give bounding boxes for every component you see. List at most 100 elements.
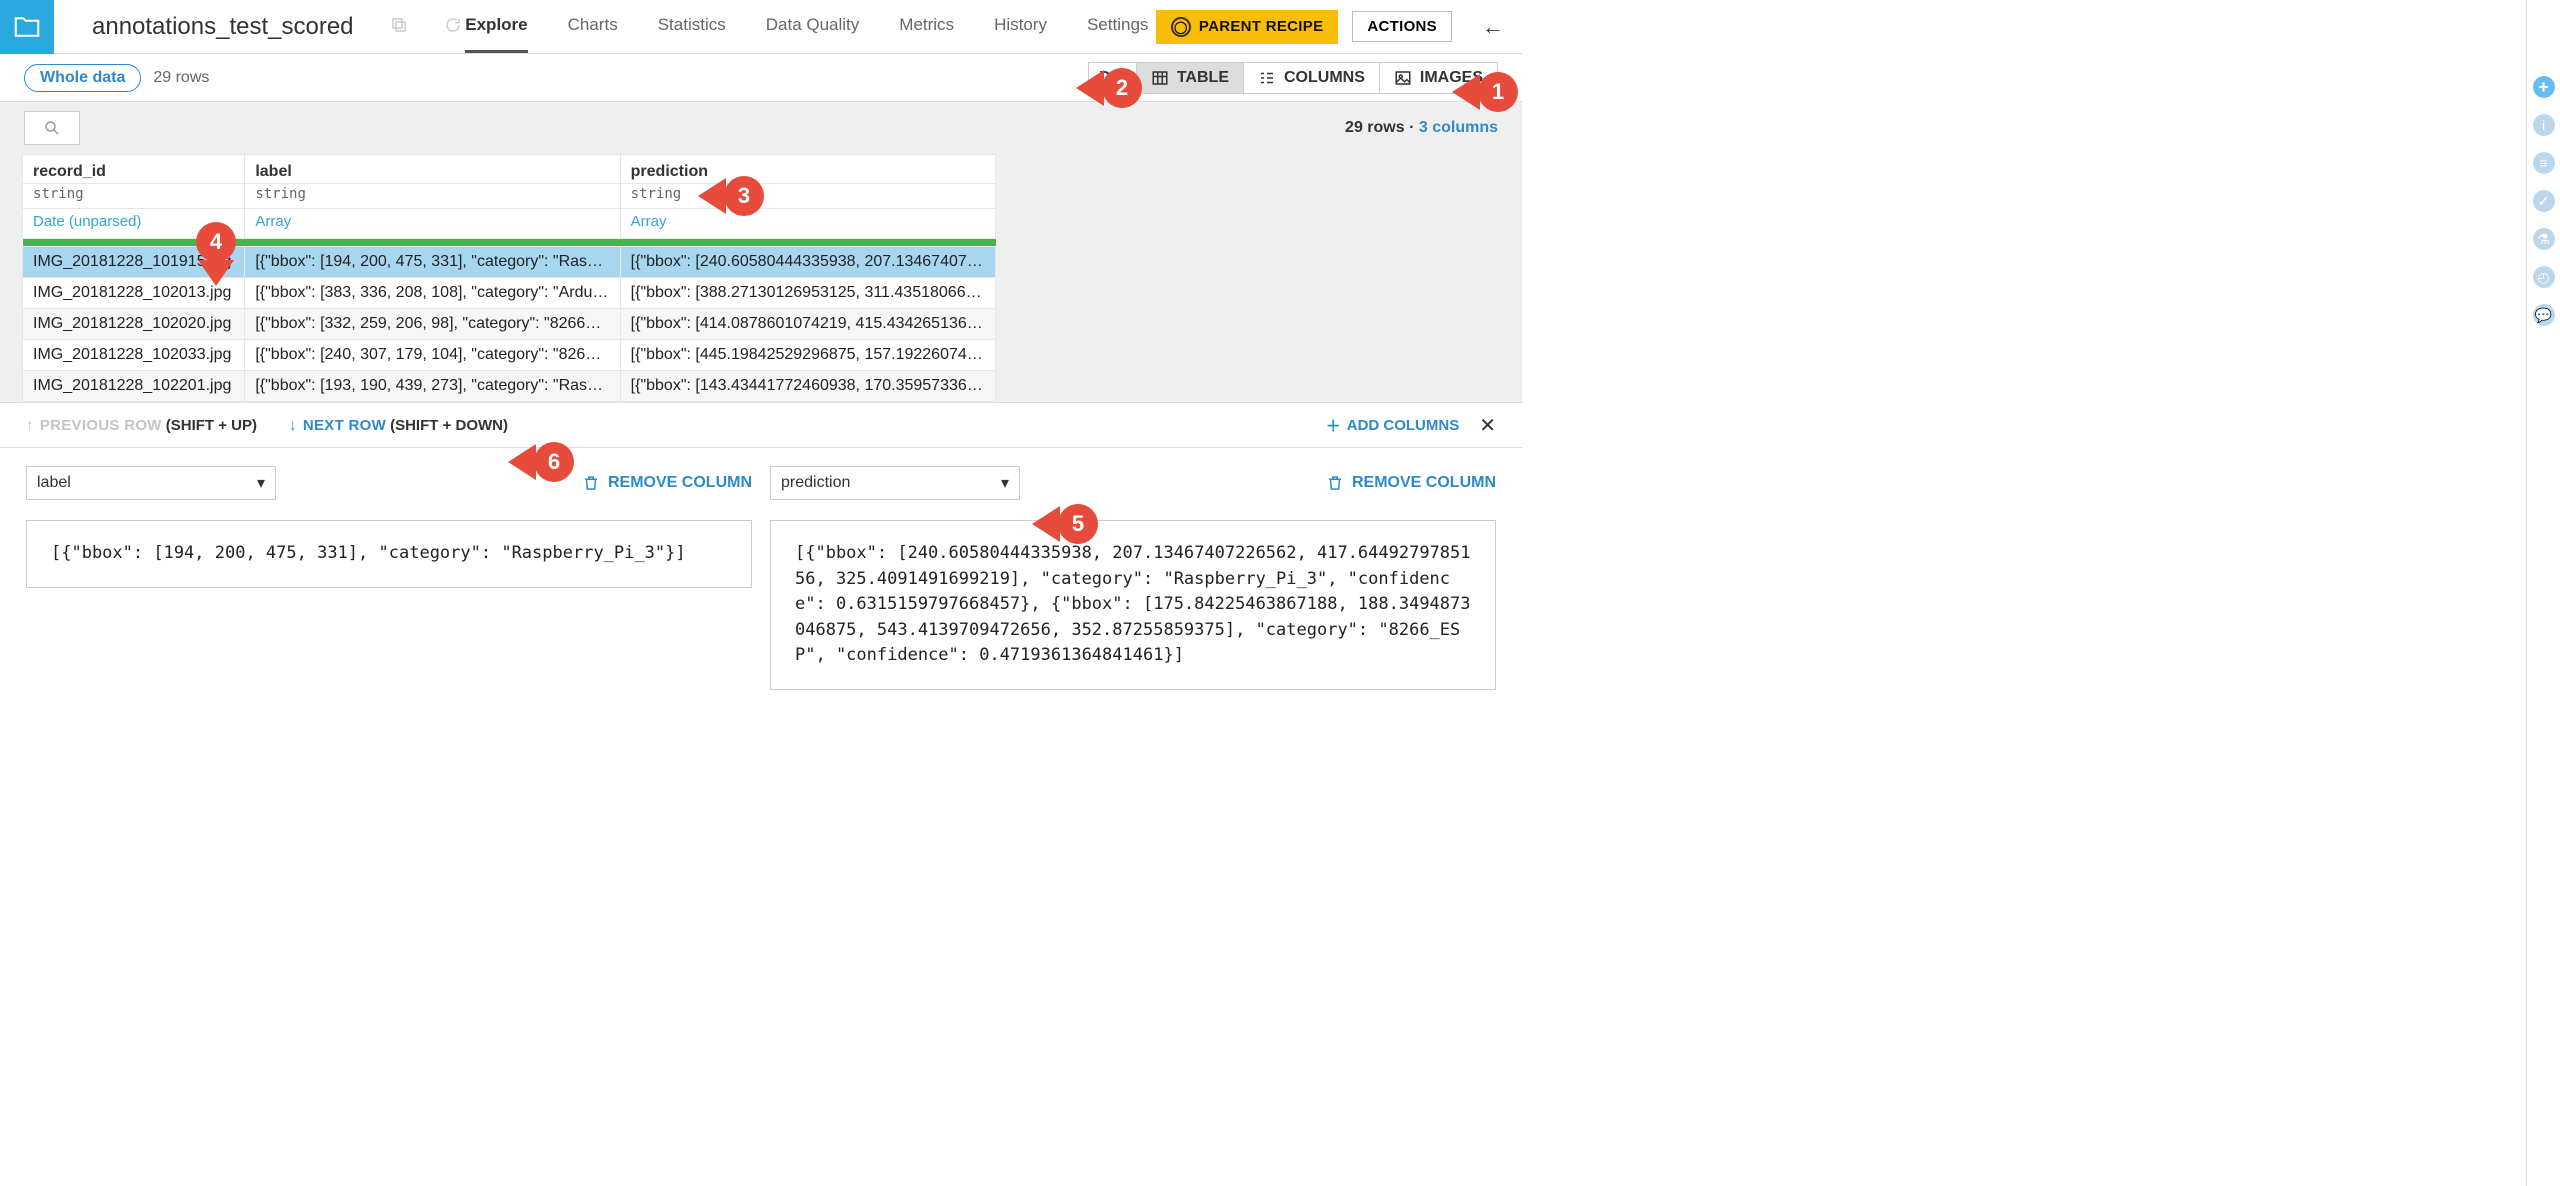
trash-icon	[1326, 474, 1344, 492]
tab-settings[interactable]: Settings	[1087, 0, 1148, 53]
table-icon	[1151, 69, 1169, 87]
column-header-record_id[interactable]: record_id	[23, 155, 245, 184]
recipe-circle-icon: ◯	[1171, 17, 1191, 37]
explore-subheader: Whole data 29 rows DIS TABLE COLUMNS IMA…	[0, 54, 1522, 102]
copy-icon[interactable]	[390, 16, 408, 38]
column-select-value: label	[37, 474, 71, 492]
data-table: record_id label prediction string string…	[22, 154, 996, 402]
column-select-value: prediction	[781, 474, 850, 492]
cell: [{"bbox": [414.0878601074219, 415.434265…	[620, 309, 995, 340]
cell: [{"bbox": [240, 307, 179, 104], "categor…	[245, 340, 620, 371]
whole-data-pill[interactable]: Whole data	[24, 64, 141, 92]
next-row-shortcut: (SHIFT + DOWN)	[390, 417, 508, 434]
history-icon[interactable]: ◴	[2533, 266, 2555, 288]
column-type: string	[23, 184, 245, 209]
cell: [{"bbox": [445.19842529296875, 157.19226…	[620, 340, 995, 371]
detail-panel-left: label ▾ REMOVE COLUMN [{"bbox": [194, 20…	[26, 466, 752, 690]
callout-6: 6	[534, 442, 574, 482]
rows-summary: 29 rows	[1345, 119, 1405, 136]
cell: [{"bbox": [383, 336, 208, 108], "categor…	[245, 278, 620, 309]
parent-recipe-button[interactable]: ◯ PARENT RECIPE	[1156, 10, 1338, 44]
tab-metrics[interactable]: Metrics	[899, 0, 954, 53]
column-select-left[interactable]: label ▾	[26, 466, 276, 500]
plus-icon: ＋	[1326, 415, 1341, 436]
app-header: annotations_test_scored Explore Charts S…	[0, 0, 1522, 54]
column-meaning[interactable]: Array	[245, 209, 620, 239]
lab-icon[interactable]: ⚗	[2533, 228, 2555, 250]
previous-row-shortcut: (SHIFT + UP)	[166, 417, 257, 434]
main-tabs: Explore Charts Statistics Data Quality M…	[465, 0, 1148, 53]
list-icon[interactable]: ≡	[2533, 152, 2555, 174]
actions-button[interactable]: ACTIONS	[1352, 11, 1452, 42]
check-icon[interactable]: ✓	[2533, 190, 2555, 212]
table-row[interactable]: IMG_20181228_102013.jpg [{"bbox": [383, …	[23, 278, 996, 309]
cell: [{"bbox": [388.27130126953125, 311.43518…	[620, 278, 995, 309]
callout-2: 2	[1102, 68, 1142, 108]
table-row[interactable]: IMG_20181228_102201.jpg [{"bbox": [193, …	[23, 371, 996, 402]
previous-row-button: ↑ PREVIOUS ROW	[26, 417, 162, 434]
column-meaning[interactable]: Array	[620, 209, 995, 239]
trash-icon	[582, 474, 600, 492]
add-columns-label: ADD COLUMNS	[1347, 417, 1460, 434]
detail-panel-right: prediction ▾ REMOVE COLUMN [{"bbox": [24…	[770, 466, 1496, 690]
chat-icon[interactable]: 💬	[2533, 304, 2555, 326]
tab-data-quality[interactable]: Data Quality	[766, 0, 860, 53]
column-header-label[interactable]: label	[245, 155, 620, 184]
columns-summary[interactable]: 3 columns	[1419, 119, 1498, 136]
table-row[interactable]: IMG_20181228_101915.jpg [{"bbox": [194, …	[23, 247, 996, 278]
remove-column-right-button[interactable]: REMOVE COLUMN	[1326, 474, 1496, 492]
view-table-button[interactable]: TABLE	[1137, 63, 1244, 93]
add-columns-button[interactable]: ＋ ADD COLUMNS	[1326, 415, 1460, 436]
remove-column-label: REMOVE COLUMN	[1352, 474, 1496, 492]
folder-icon	[12, 12, 42, 42]
tab-charts[interactable]: Charts	[568, 0, 618, 53]
rail-add-button[interactable]: +	[2533, 76, 2555, 98]
cell: [{"bbox": [143.43441772460938, 170.35957…	[620, 371, 995, 402]
validity-strip	[23, 239, 996, 247]
cell: [{"bbox": [194, 200, 475, 331], "categor…	[245, 247, 620, 278]
close-detail-button[interactable]: ✕	[1479, 413, 1496, 438]
row-detail-nav: ↑ PREVIOUS ROW (SHIFT + UP) ↓ NEXT ROW (…	[0, 402, 1522, 448]
rows-columns-summary: 29 rows · 3 columns	[1345, 119, 1498, 137]
table-row[interactable]: IMG_20181228_102033.jpg [{"bbox": [240, …	[23, 340, 996, 371]
view-table-label: TABLE	[1177, 69, 1229, 87]
column-select-right[interactable]: prediction ▾	[770, 466, 1020, 500]
tab-explore[interactable]: Explore	[465, 0, 527, 53]
detail-panels: label ▾ REMOVE COLUMN [{"bbox": [194, 20…	[0, 448, 1522, 708]
columns-icon	[1258, 69, 1276, 87]
info-icon[interactable]: i	[2533, 114, 2555, 136]
tab-history[interactable]: History	[994, 0, 1047, 53]
detail-value-left: [{"bbox": [194, 200, 475, 331], "categor…	[26, 520, 752, 588]
cell: [{"bbox": [193, 190, 439, 273], "categor…	[245, 371, 620, 402]
next-row-label: NEXT ROW	[303, 417, 386, 434]
cell: IMG_20181228_102020.jpg	[23, 309, 245, 340]
remove-column-left-button[interactable]: REMOVE COLUMN	[582, 474, 752, 492]
view-columns-label: COLUMNS	[1284, 69, 1365, 87]
cell: [{"bbox": [332, 259, 206, 98], "category…	[245, 309, 620, 340]
callout-3: 3	[724, 176, 764, 216]
view-switcher: DIS TABLE COLUMNS IMAGES	[1088, 62, 1498, 94]
remove-column-label: REMOVE COLUMN	[608, 474, 752, 492]
search-icon	[43, 119, 61, 137]
detail-value-right: [{"bbox": [240.60580444335938, 207.13467…	[770, 520, 1496, 690]
dataset-name: annotations_test_scored	[92, 13, 354, 41]
view-columns-button[interactable]: COLUMNS	[1244, 63, 1380, 93]
column-type: string	[620, 184, 995, 209]
arrow-up-icon: ↑	[26, 417, 34, 434]
column-header-prediction[interactable]: prediction	[620, 155, 995, 184]
next-row-button[interactable]: ↓ NEXT ROW	[289, 417, 386, 434]
search-input[interactable]	[24, 111, 80, 145]
tab-statistics[interactable]: Statistics	[658, 0, 726, 53]
images-icon	[1394, 69, 1412, 87]
callout-1: 1	[1478, 72, 1518, 112]
table-row[interactable]: IMG_20181228_102020.jpg [{"bbox": [332, …	[23, 309, 996, 340]
refresh-icon[interactable]	[444, 16, 462, 38]
previous-row-label: PREVIOUS ROW	[40, 417, 162, 434]
parent-recipe-label: PARENT RECIPE	[1199, 18, 1323, 35]
back-arrow-icon[interactable]: ←	[1482, 14, 1504, 40]
cell: [{"bbox": [240.60580444335938, 207.13467…	[620, 247, 995, 278]
callout-5: 5	[1058, 504, 1098, 544]
dataset-icon[interactable]	[0, 0, 54, 54]
callout-4: 4	[196, 222, 236, 262]
rows-count: 29 rows	[153, 69, 209, 87]
